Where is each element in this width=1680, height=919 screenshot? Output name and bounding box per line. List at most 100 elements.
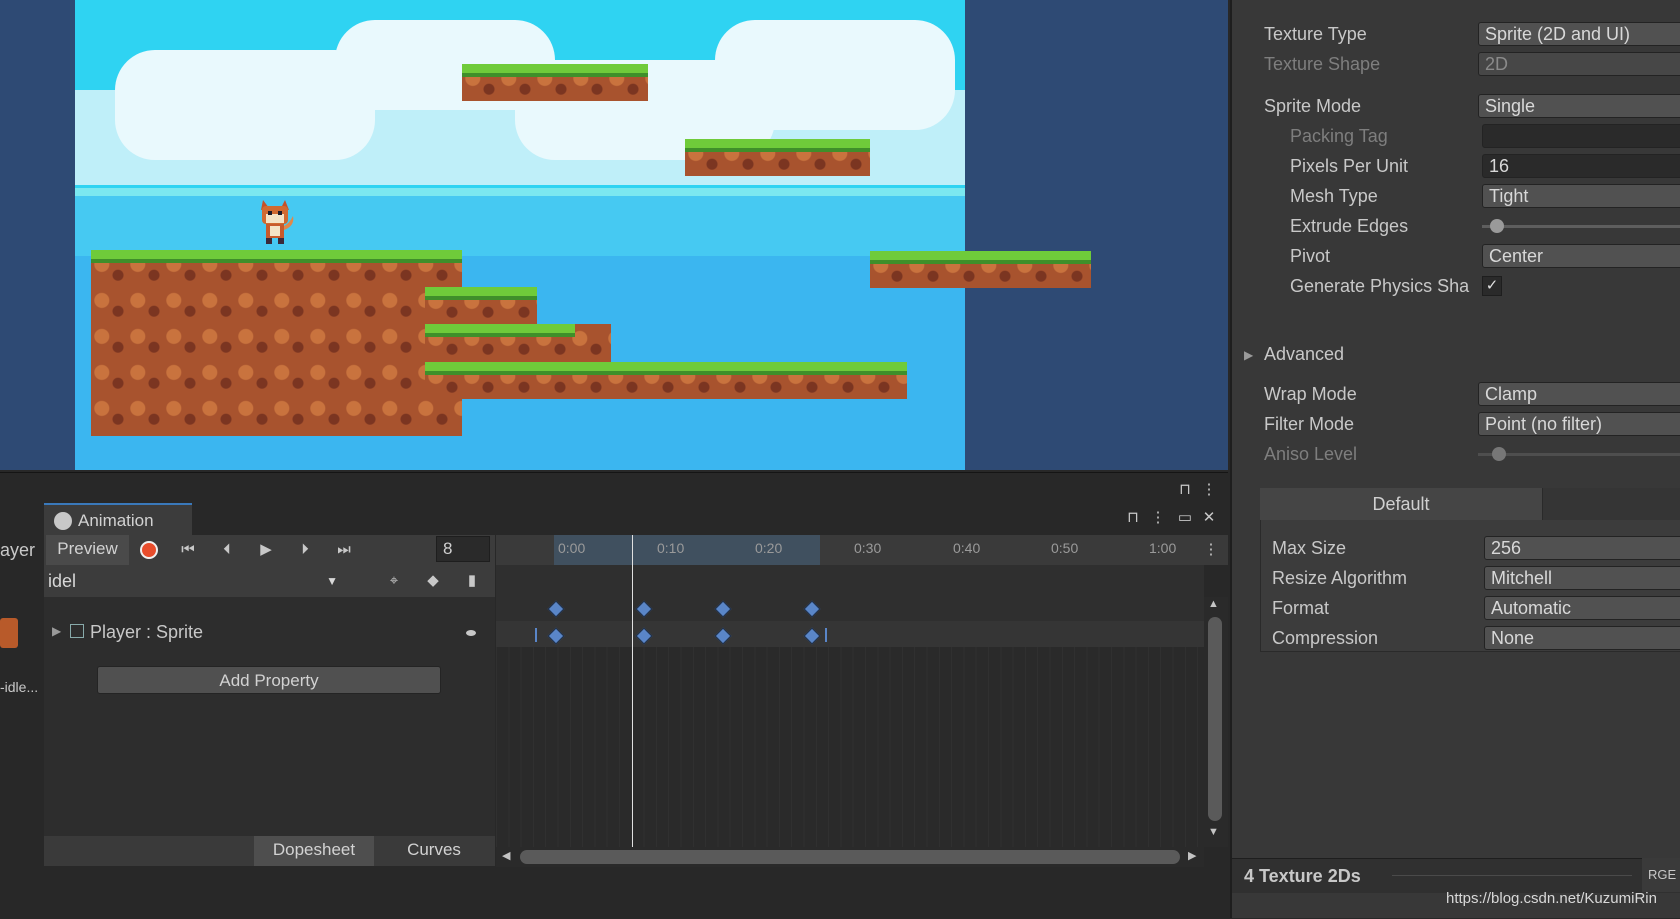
ground-main — [91, 250, 462, 436]
ground-long — [425, 362, 907, 399]
ppu-label: Pixels Per Unit — [1290, 156, 1409, 176]
add-event-icon[interactable]: ▮ — [455, 567, 489, 595]
generate-physics-checkbox[interactable]: ✓ — [1482, 276, 1502, 296]
clip-name: idel — [48, 571, 77, 591]
panel-header-strip — [0, 473, 1228, 503]
tick-label: 1:00 — [1149, 540, 1177, 556]
format-dropdown[interactable]: Automatic — [1484, 596, 1680, 620]
watermark-text: https://blog.csdn.net/KuzumiRin — [1446, 890, 1657, 907]
fox-thumbnail — [0, 618, 18, 648]
compression-label: Compression — [1272, 628, 1379, 648]
pivot-dropdown[interactable]: Center — [1482, 244, 1680, 268]
extrude-slider-thumb[interactable] — [1490, 219, 1504, 233]
sprite-mode-dropdown[interactable]: Single — [1478, 94, 1680, 118]
game-scene[interactable] — [75, 0, 965, 470]
next-keyframe-icon[interactable]: ⏵ — [288, 536, 322, 564]
tick-label: 0:50 — [1051, 540, 1079, 556]
record-button[interactable] — [132, 536, 166, 564]
ground-step-2 — [425, 324, 611, 362]
summary-track — [496, 565, 1204, 621]
platform-middle — [685, 139, 870, 176]
aniso-slider-thumb[interactable] — [1492, 447, 1506, 461]
texture-shape-label: Texture Shape — [1264, 54, 1381, 74]
close-icon[interactable]: ✕ — [1192, 504, 1226, 532]
texture-type-label: Texture Type — [1264, 24, 1367, 44]
sea-horizon — [75, 188, 965, 196]
tick-label: 0:10 — [657, 540, 685, 556]
previous-keyframe-icon[interactable]: ⏴ — [210, 536, 244, 564]
preview-divider — [1392, 875, 1632, 876]
first-keyframe-icon[interactable]: ⏮ — [171, 536, 205, 564]
tick-label: 0:40 — [953, 540, 981, 556]
filter-mode-dropdown[interactable]: Point (no filter) — [1478, 412, 1680, 436]
clock-icon — [54, 512, 72, 530]
sprite-mode-label: Sprite Mode — [1264, 96, 1362, 116]
frame-field[interactable]: 8 — [436, 536, 490, 562]
tab-other-platform[interactable] — [1542, 488, 1680, 520]
texture-type-dropdown[interactable]: Sprite (2D and UI) — [1478, 22, 1680, 46]
aniso-slider-track[interactable] — [1478, 453, 1680, 456]
max-size-dropdown[interactable]: 256 — [1484, 536, 1680, 560]
tab-animation[interactable]: Animation — [44, 503, 192, 535]
tick-label: 0:00 — [558, 540, 586, 556]
left-cut-label: ayer — [0, 540, 36, 560]
scroll-left-icon[interactable]: ◀ — [502, 849, 510, 862]
vertical-scroll-thumb[interactable] — [1208, 617, 1222, 821]
inspector-content: Texture Type Sprite (2D and UI) Texture … — [1232, 0, 1680, 918]
generate-physics-label: Generate Physics Sha — [1290, 276, 1470, 296]
property-label: Player : Sprite — [90, 622, 204, 642]
scroll-down-icon[interactable]: ▼ — [1208, 826, 1219, 838]
wrap-mode-dropdown[interactable]: Clamp — [1478, 382, 1680, 406]
compression-dropdown[interactable]: None — [1484, 626, 1680, 650]
packing-tag-field[interactable] — [1482, 124, 1680, 148]
timeline-body — [496, 647, 1204, 847]
left-hierarchy-strip — [0, 535, 44, 855]
tab-curves[interactable]: Curves — [374, 836, 494, 866]
aniso-level-label: Aniso Level — [1264, 444, 1358, 464]
sea — [75, 196, 965, 256]
horizontal-scroll-thumb[interactable] — [520, 850, 1180, 864]
resize-algorithm-dropdown[interactable]: Mitchell — [1484, 566, 1680, 590]
expand-triangle-icon[interactable]: ▶ — [1244, 348, 1253, 362]
timeline-options-icon[interactable]: ⋮ — [1194, 536, 1228, 564]
extrude-edges-label: Extrude Edges — [1290, 216, 1409, 236]
playhead[interactable] — [632, 535, 633, 847]
clip-dropdown[interactable]: idel ▼ — [44, 565, 350, 597]
format-label: Format — [1272, 598, 1330, 618]
sprite-track — [496, 621, 1204, 647]
pivot-label: Pivot — [1290, 246, 1331, 266]
advanced-foldout[interactable]: Advanced — [1264, 344, 1344, 365]
rgb-channel-button[interactable]: RGE — [1642, 858, 1680, 892]
platform-right — [870, 251, 1091, 288]
tick-label: 0:30 — [854, 540, 882, 556]
property-options-icon[interactable] — [466, 630, 476, 636]
tab-dopesheet[interactable]: Dopesheet — [254, 836, 374, 866]
scroll-up-icon[interactable]: ▲ — [1208, 598, 1219, 610]
range-start-marker — [535, 628, 537, 642]
tab-animation-label: Animation — [78, 511, 154, 530]
expand-triangle-icon[interactable]: ▶ — [52, 624, 61, 638]
tab-default-platform[interactable]: Default — [1260, 488, 1542, 520]
resize-algorithm-label: Resize Algorithm — [1272, 568, 1408, 588]
sprite-renderer-icon — [70, 624, 84, 638]
more-options-icon[interactable]: ⋮ — [1192, 476, 1226, 504]
crosshair-icon[interactable]: ⌖ — [377, 567, 411, 595]
texture-shape-dropdown[interactable]: 2D — [1478, 52, 1680, 76]
idle-cut-label: -idle... — [0, 679, 39, 695]
add-property-button[interactable]: Add Property — [97, 666, 441, 694]
preview-button[interactable]: Preview — [46, 535, 129, 565]
ppu-field[interactable]: 16 — [1482, 154, 1680, 178]
mesh-type-dropdown[interactable]: Tight — [1482, 184, 1680, 208]
platform-top — [462, 64, 648, 101]
play-icon[interactable]: ▶ — [249, 536, 283, 564]
player-sprite[interactable] — [255, 196, 295, 246]
last-keyframe-icon[interactable]: ⏭ — [327, 536, 361, 564]
extrude-slider-track[interactable] — [1482, 225, 1680, 228]
texture-count-label: 4 Texture 2Ds — [1244, 866, 1361, 886]
range-end-marker — [825, 628, 827, 642]
ground-step-1 — [425, 287, 537, 324]
mesh-type-label: Mesh Type — [1290, 186, 1378, 206]
add-keyframe-icon[interactable]: ◆ — [416, 567, 450, 595]
scroll-right-icon[interactable]: ▶ — [1188, 849, 1196, 862]
wrap-mode-label: Wrap Mode — [1264, 384, 1357, 404]
